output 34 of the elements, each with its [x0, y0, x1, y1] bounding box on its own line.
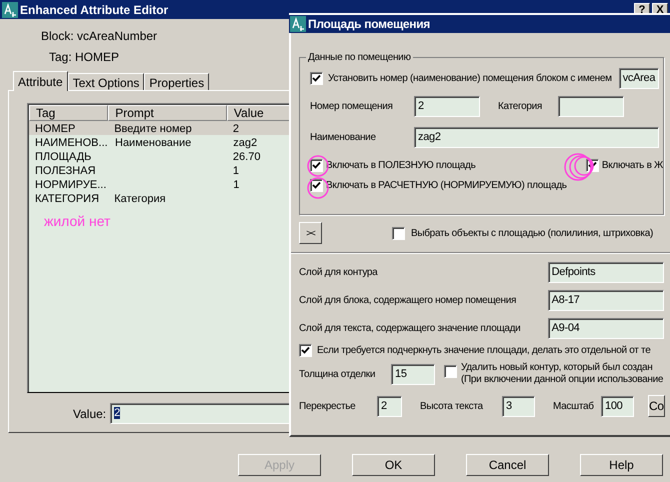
list-cell: НАИМЕНОВ...: [35, 137, 108, 149]
list-cell: 1: [233, 179, 240, 191]
list-cell: ПЛОЩАДЬ: [35, 151, 92, 163]
list-cell: ПОЛЕЗНАЯ: [35, 165, 96, 177]
window-title: Площадь помещения: [308, 16, 430, 33]
field-label: Слой для контура: [299, 267, 378, 278]
field-label: Слой для текста, содержащего значение площади: [299, 323, 520, 334]
list-cell: НОРМИРУЕ...: [35, 179, 106, 191]
annotation-text: жилой нет: [44, 212, 110, 231]
list-cell: КАТЕГОРИЯ: [35, 193, 100, 205]
list-cell: Категория: [114, 193, 166, 205]
list-cell: zag2: [233, 137, 258, 149]
value-label: Value:: [73, 406, 106, 422]
field-label: Слой для блока, содержащего номер помещения: [299, 295, 516, 306]
list-cell: 26.70: [232, 151, 260, 163]
checkbox-label: Выбрать объекты с площадью (полилиния, штриховка): [411, 226, 653, 240]
tag-label: Tag: НОМЕР: [49, 49, 120, 66]
field-label: Категория: [498, 100, 544, 114]
list-cell: Введите номер: [114, 123, 192, 135]
list-cell: Наименование: [115, 137, 192, 149]
field-label: Масштаб: [553, 400, 594, 412]
checkbox-label: Установить номер (наименование) помещения блоком с именем: [328, 72, 612, 86]
field-label: Толщина отделки: [299, 368, 376, 380]
checkbox-label: Удалить новый контур, который был создан (При включении данной опции использование: [461, 362, 664, 386]
checkbox-label: Если требуется подчеркнуть значение площади, делать это отдельной от те: [317, 344, 650, 358]
checkbox-label: Включать в Ж: [602, 159, 663, 173]
field-label: Перекрестье: [299, 400, 356, 412]
field-label: Высота текста: [420, 400, 483, 412]
window-title: Enhanced Attribute Editor: [20, 2, 170, 18]
list-cell: 2: [232, 123, 240, 135]
list-cell: НОМЕР: [35, 123, 76, 135]
block-label: Block: vcAreaNumber: [41, 28, 158, 45]
list-cell: 1: [232, 165, 240, 177]
group-title: Данные по помещению: [306, 50, 413, 65]
